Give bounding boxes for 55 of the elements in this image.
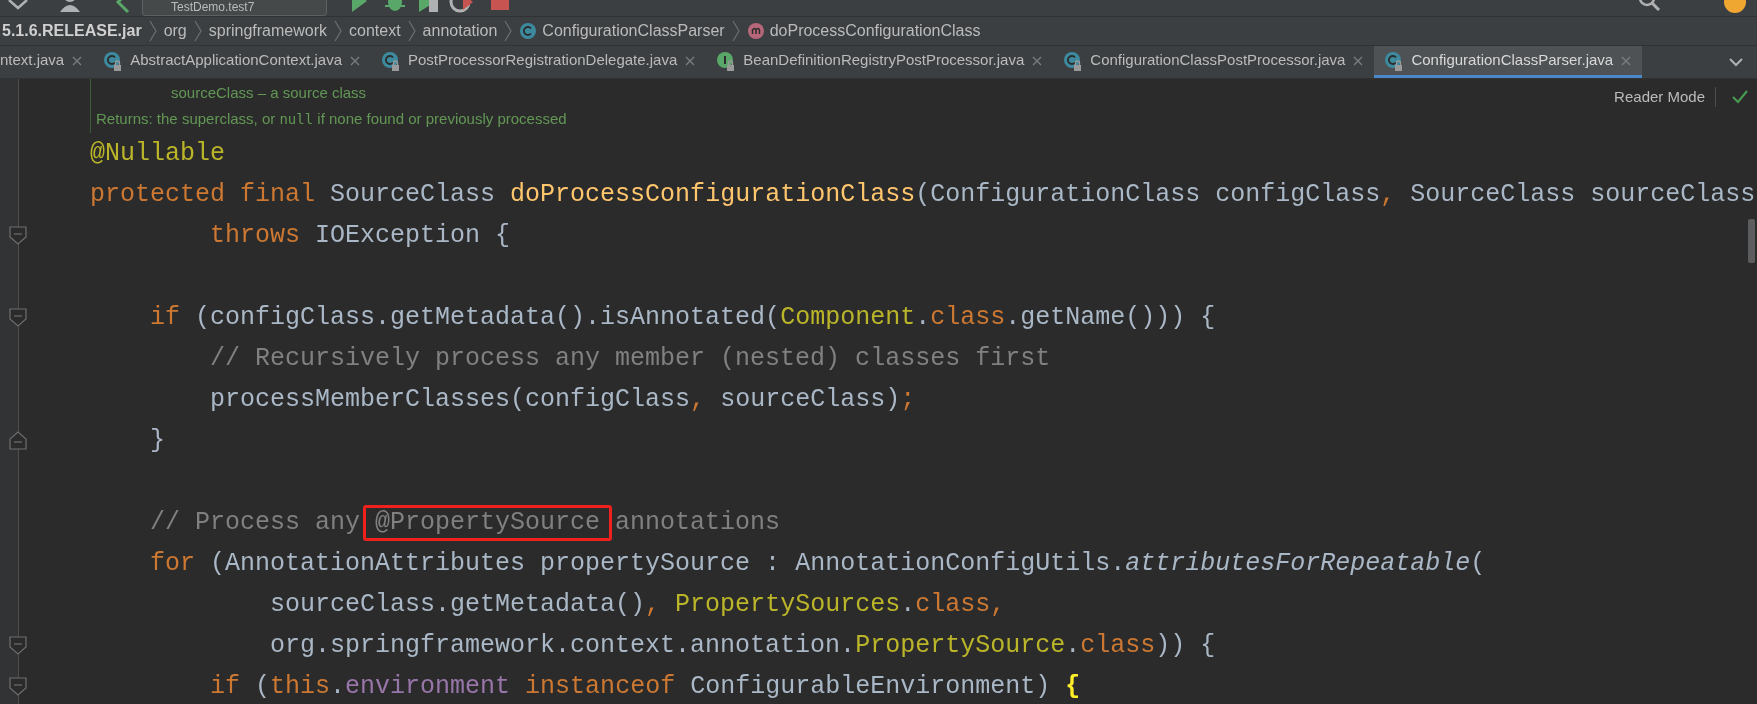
chevron-icon: [333, 19, 343, 43]
run-config-dropdown[interactable]: TestDemo.test7: [142, 0, 327, 16]
code-line: throws IOException {: [209, 220, 511, 252]
class-icon: [1384, 50, 1405, 71]
fold-icon[interactable]: [9, 308, 27, 327]
breadcrumb-item[interactable]: 5.1.6.RELEASE.jar: [2, 19, 142, 43]
editor-tab[interactable]: PostProcessorRegistrationDelegate.java: [371, 46, 707, 78]
fold-icon[interactable]: [9, 636, 27, 655]
class-icon: [381, 50, 401, 71]
breadcrumb-item[interactable]: context: [349, 19, 401, 43]
code-line: org.springframework.context.annotation.PropertySource.class)) {: [269, 630, 1216, 662]
class-icon: [519, 22, 538, 40]
fold-icon[interactable]: [9, 677, 27, 696]
chevron-icon: [192, 19, 203, 43]
doc-returns-text: Returns: the superclass, or null if none found or previously processed: [96, 109, 567, 129]
chevron-icon: [406, 19, 417, 43]
breadcrumb-item[interactable]: annotation: [422, 19, 498, 43]
chevron-icon: [730, 19, 741, 43]
interface-icon: [716, 50, 737, 71]
code-line: if (configClass.getMetadata().isAnnotated(Component.class.getName())) {: [149, 302, 1216, 334]
breadcrumb-item[interactable]: ConfigurationClassParser: [519, 19, 725, 43]
editor-tab[interactable]: ConfigurationClassPostProcessor.java: [1053, 46, 1375, 78]
breadcrumb-item[interactable]: doProcessConfigurationClass: [746, 19, 981, 43]
method-icon: [746, 22, 765, 40]
check-icon: [1731, 88, 1749, 106]
code-line: // Process any @PropertySource annotations: [90, 502, 781, 543]
fold-icon[interactable]: [9, 431, 27, 450]
chevron-icon: [503, 19, 514, 43]
code-line: sourceClass.getMetadata(), PropertySources.class,: [269, 589, 1006, 621]
fold-icon[interactable]: [9, 226, 27, 245]
class-icon: [103, 50, 124, 71]
reader-mode-link[interactable]: Reader Mode: [1614, 87, 1716, 107]
code-line: if (this.environment instanceof ConfigurableEnvironment) {: [209, 671, 1081, 703]
editor-tab[interactable]: ntext.java: [0, 46, 94, 78]
class-icon: [1063, 50, 1084, 71]
close-icon[interactable]: [349, 54, 361, 67]
scrollbar-thumb[interactable]: [1748, 219, 1755, 263]
close-icon[interactable]: [684, 54, 697, 67]
breadcrumb-item[interactable]: springframework: [208, 19, 327, 43]
chevron-icon: [147, 19, 158, 43]
code-line: @Nullable: [90, 138, 226, 170]
code-line: for (AnnotationAttributes propertySource : AnnotationConfigUtils.attributesForRepeatable(: [149, 548, 1486, 580]
code-line: }: [149, 425, 165, 457]
doc-param-text: sourceClass – a source class: [171, 83, 367, 103]
code-line: // Recursively process any member (nested) classes first: [209, 343, 1051, 375]
editor-tab[interactable]: BeanDefinitionRegistryPostProcessor.java: [706, 46, 1054, 78]
editor-tab[interactable]: AbstractApplicationContext.java: [93, 46, 371, 78]
breadcrumb-item[interactable]: org: [163, 19, 187, 43]
code-line: processMemberClasses(configClass, sourceClass);: [209, 384, 916, 416]
editor-tab[interactable]: ConfigurationClassParser.java: [1374, 46, 1643, 78]
close-icon[interactable]: [1352, 54, 1365, 67]
close-icon[interactable]: [71, 54, 84, 67]
close-icon[interactable]: [1031, 54, 1044, 67]
close-icon[interactable]: [1620, 54, 1633, 67]
code-line: protected final SourceClass doProcessConfigurationClass(ConfigurationClass configClass, SourceClass sourceClass: [90, 179, 1756, 211]
